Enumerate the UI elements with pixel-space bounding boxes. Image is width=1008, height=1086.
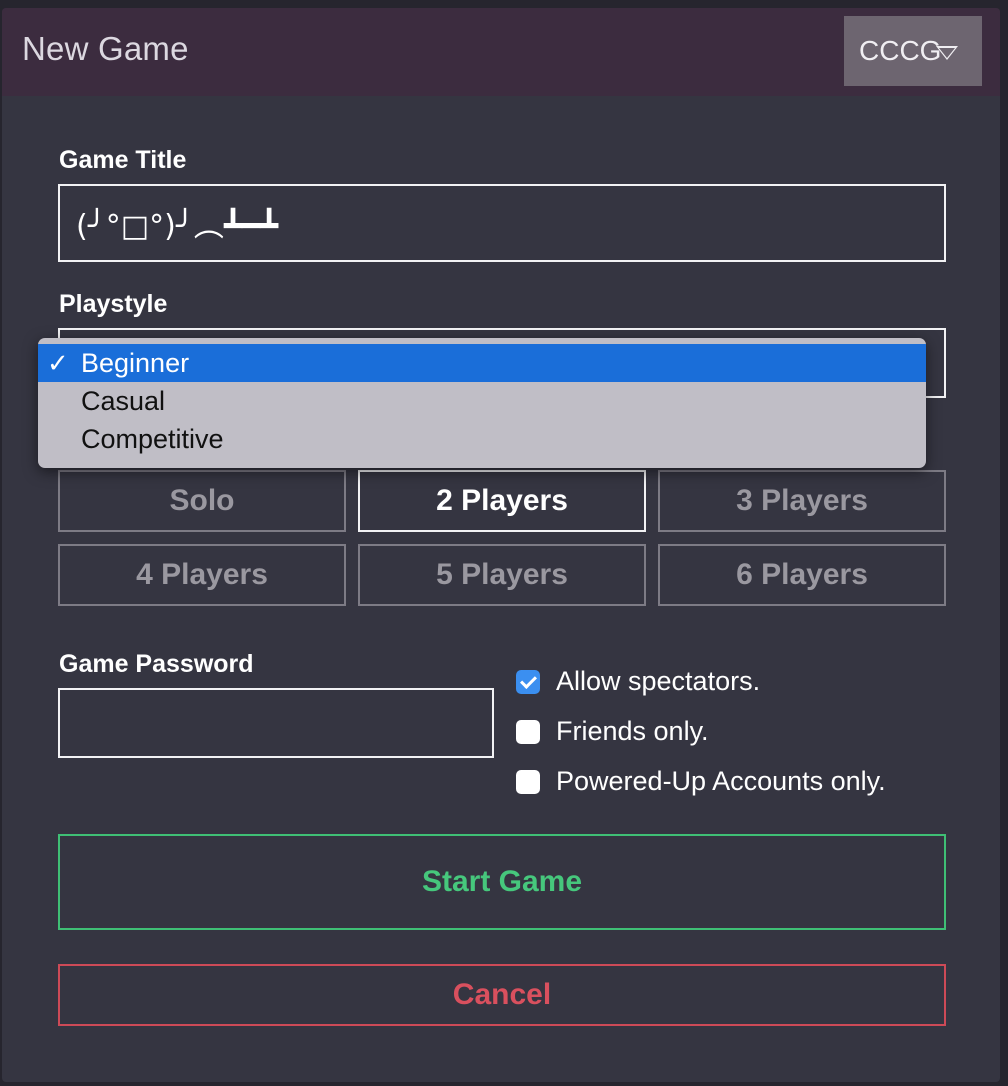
game-title-input[interactable]: [58, 184, 946, 262]
playstyle-option-competitive[interactable]: Competitive: [38, 420, 926, 458]
format-select[interactable]: CCCG: [844, 16, 982, 86]
friends-only-label: Friends only.: [556, 716, 709, 746]
new-game-dialog: New Game CCCG Game Title Playstyle Solo …: [2, 8, 1000, 1082]
playstyle-option-label: Beginner: [81, 348, 190, 378]
players-6-button[interactable]: 6 Players: [658, 544, 946, 606]
playstyle-dropdown-menu: ✓ Beginner Casual Competitive: [38, 338, 926, 468]
allow-spectators-label: Allow spectators.: [556, 666, 761, 696]
dialog-title: New Game: [22, 30, 189, 67]
players-3-button[interactable]: 3 Players: [658, 470, 946, 532]
powered-up-only-label: Powered-Up Accounts only.: [556, 766, 886, 796]
friends-only-checkbox[interactable]: [516, 720, 540, 744]
checkmark-icon: ✓: [47, 348, 69, 378]
players-5-button[interactable]: 5 Players: [358, 544, 646, 606]
game-title-label: Game Title: [59, 146, 187, 174]
playstyle-label: Playstyle: [59, 290, 168, 318]
chevron-down-icon: [936, 46, 958, 60]
playstyle-option-beginner[interactable]: ✓ Beginner: [38, 344, 926, 382]
playstyle-option-label: Casual: [81, 386, 166, 416]
players-4-button[interactable]: 4 Players: [58, 544, 346, 606]
start-game-button[interactable]: Start Game: [58, 834, 946, 930]
dialog-header: New Game CCCG: [2, 8, 1000, 96]
allow-spectators-checkbox[interactable]: [516, 670, 540, 694]
playstyle-option-casual[interactable]: Casual: [38, 382, 926, 420]
game-password-input[interactable]: [58, 688, 494, 758]
format-select-value: CCCG: [859, 35, 942, 66]
cancel-button[interactable]: Cancel: [58, 964, 946, 1026]
powered-up-only-checkbox[interactable]: [516, 770, 540, 794]
game-password-label: Game Password: [59, 650, 254, 678]
players-2-button[interactable]: 2 Players: [358, 470, 646, 532]
playstyle-option-label: Competitive: [81, 424, 224, 454]
players-solo-button[interactable]: Solo: [58, 470, 346, 532]
